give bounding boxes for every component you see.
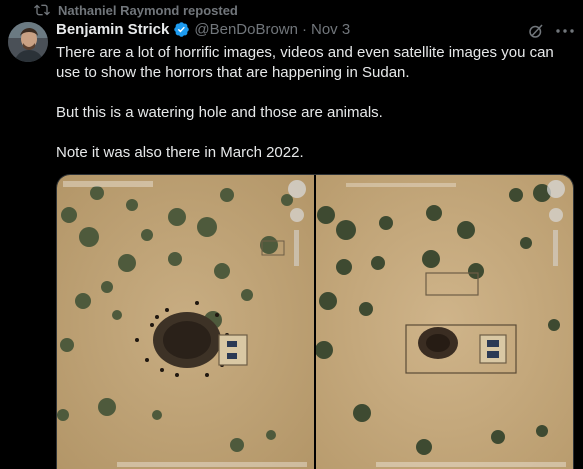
repost-label: Nathaniel Raymond reposted [58,2,238,18]
separator-dot: · [301,21,307,38]
media-grid [56,174,574,469]
repost-icon [34,4,50,16]
satellite-image-march-2022[interactable] [316,175,573,469]
tweet-paragraph: There are a lot of horrific images, vide… [56,44,554,81]
satellite-image-with-animals[interactable] [57,175,314,469]
author-handle[interactable]: @BenDoBrown [194,21,298,38]
author-name[interactable]: Benjamin Strick [56,21,169,38]
repost-indicator[interactable]: Nathaniel Raymond reposted [34,2,238,18]
avatar[interactable] [8,22,48,62]
grok-icon[interactable] [527,22,545,40]
tweet-header: Benjamin Strick @BenDoBrown · Nov 3 [56,21,350,38]
tweet-date[interactable]: Nov 3 [311,21,350,38]
tweet-paragraph: Note it was also there in March 2022. [56,144,304,161]
more-options-icon[interactable] [555,22,575,40]
avatar-image [8,22,48,62]
verified-badge-icon[interactable] [173,21,190,38]
tweet-paragraph: But this is a watering hole and those ar… [56,104,383,121]
tweet-text: There are a lot of horrific images, vide… [56,43,576,163]
